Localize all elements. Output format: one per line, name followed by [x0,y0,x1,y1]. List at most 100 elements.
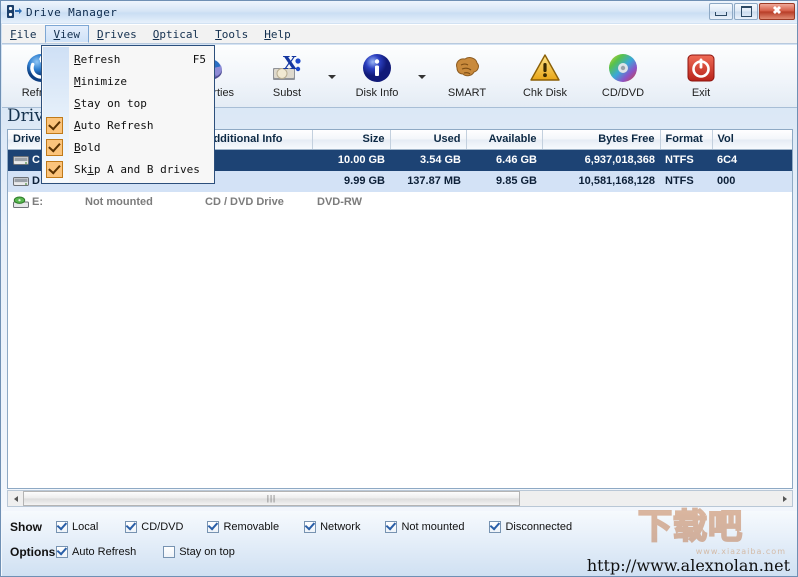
toolbar-subst-chevron-down-icon[interactable] [326,45,338,105]
view-dropdown-menu[interactable]: Refresh F5 Minimize Stay on top Auto Refresh… [41,45,215,184]
close-button[interactable]: ✖ [759,3,795,20]
view-menu-stay-on-top-label: Stay on top [74,96,147,110]
title-bar: Drive Manager ✖ [1,1,797,23]
show-network-checkbox[interactable]: Network [304,520,361,533]
toolbar-exit-button[interactable]: Exit [662,45,740,105]
show-cddvd-checkbox[interactable]: CD/DVD [125,520,184,533]
option-auto-refresh-label: Auto Refresh [72,545,137,558]
show-disconnected-label: Disconnected [505,520,573,533]
toolbar-chkdisk-button[interactable]: Chk Disk [506,45,584,105]
cell-media: DVD-RW [312,191,390,213]
column-header-used[interactable]: Used [390,130,467,150]
column-header-available[interactable]: Available [466,130,543,150]
option-auto-refresh-checkbox[interactable]: Auto Refresh [56,545,137,558]
cell-available: 9.85 GB [466,170,542,192]
scroll-right-icon[interactable] [777,491,792,506]
warning-icon [528,51,562,85]
option-stay-on-top-check-icon[interactable] [163,545,176,558]
toolbar-exit-label: Exit [691,87,711,99]
view-menu-skip-a-b-drives-check-icon[interactable] [46,161,63,178]
bottom-options-panel: Show Local CD/DVD Removable Network Not moun… [2,506,797,576]
cd-drive-icon [13,195,29,209]
show-not-mounted-checkbox[interactable]: Not mounted [385,520,465,533]
menu-drives[interactable]: Drives [89,25,145,43]
url-watermark: http://www.alexnolan.net [586,556,790,575]
cell-size: 10.00 GB [312,149,390,171]
scroll-left-icon[interactable] [8,491,23,506]
menu-view[interactable]: View [44,25,89,43]
cell-additional-info [200,170,312,192]
toolbar-cddvd-label: CD/DVD [601,87,645,99]
window-title: Drive Manager [26,5,118,19]
subst-icon: X [270,51,304,85]
cell-type: Not mounted [80,191,200,213]
show-removable-check-icon[interactable] [207,520,220,533]
show-cddvd-check-icon[interactable] [125,520,138,533]
show-not-mounted-label: Not mounted [401,520,465,533]
column-header-volume[interactable]: Vol [712,130,792,150]
options-label: Options [10,544,56,559]
toolbar-smart-button[interactable]: SMART [428,45,506,105]
toolbar-diskinfo-button[interactable]: Disk Info [338,45,416,105]
show-label: Show [10,519,42,534]
view-menu-item-bold[interactable]: Bold [42,136,214,158]
svg-text:X: X [283,53,297,74]
view-menu-refresh-accelerator: F5 [192,52,206,66]
window-controls: ✖ [709,3,795,20]
cell-format [660,191,712,213]
menu-help[interactable]: Help [256,25,299,43]
toolbar-diskinfo-chevron-down-icon[interactable] [416,45,428,105]
column-header-format[interactable]: Format [660,130,713,150]
toolbar-subst-label: Subst [272,87,302,99]
cell-format: NTFS [660,170,712,192]
show-disconnected-check-icon[interactable] [489,520,502,533]
scrollbar-track[interactable]: ||| [23,491,777,506]
show-not-mounted-check-icon[interactable] [385,520,398,533]
minimize-button[interactable] [709,3,733,20]
power-icon [684,51,718,85]
local-disk-icon [13,154,29,167]
show-cddvd-label: CD/DVD [141,520,184,533]
cell-bytesfree: 10,581,168,128 [542,170,660,192]
toolbar-cddvd-button[interactable]: CD/DVD [584,45,662,105]
maximize-button[interactable] [734,3,758,20]
column-header-bytesfree[interactable]: Bytes Free [542,130,661,150]
show-local-check-icon[interactable] [56,520,68,533]
scrollbar-thumb[interactable]: ||| [23,491,520,506]
view-menu-auto-refresh-check-icon[interactable] [46,117,63,134]
table-row[interactable]: E: Not mounted CD / DVD Drive DVD-RW [8,191,792,213]
cell-volume [712,191,792,213]
view-menu-minimize-label: Minimize [74,74,127,88]
toolbar-diskinfo-label: Disk Info [355,87,399,99]
show-network-label: Network [320,520,361,533]
view-menu-bold-check-icon[interactable] [46,139,63,156]
view-menu-bold-label: Bold [74,140,101,154]
view-menu-item-skip-a-b-drives[interactable]: Skip A and B drives [42,158,214,180]
horizontal-scrollbar[interactable]: ||| [7,490,793,507]
cell-bytesfree [542,191,660,213]
cell-bytesfree: 6,937,018,368 [542,149,660,171]
view-menu-item-auto-refresh[interactable]: Auto Refresh [42,114,214,136]
option-stay-on-top-label: Stay on top [179,545,235,558]
menu-tools[interactable]: Tools [207,25,256,43]
menu-optical[interactable]: Optical [145,25,207,43]
toolbar-subst-button[interactable]: X Subst [248,45,326,105]
menu-file[interactable]: File [2,25,45,43]
cell-available [466,191,542,213]
view-menu-auto-refresh-label: Auto Refresh [74,118,154,132]
view-menu-item-stay-on-top[interactable]: Stay on top [42,92,214,114]
cell-drive: E: [8,191,80,213]
column-header-size[interactable]: Size [312,130,391,150]
show-removable-checkbox[interactable]: Removable [207,520,279,533]
view-menu-item-minimize[interactable]: Minimize [42,70,214,92]
drive-manager-icon [6,4,22,20]
cell-volume: 6C4 [712,149,792,171]
column-header-addinfo[interactable]: Additional Info [200,130,313,150]
show-local-label: Local [72,520,99,533]
show-local-checkbox[interactable]: Local [56,520,99,533]
option-stay-on-top-checkbox[interactable]: Stay on top [163,545,235,558]
view-menu-item-refresh[interactable]: Refresh F5 [42,48,214,70]
show-disconnected-checkbox[interactable]: Disconnected [489,520,573,533]
option-auto-refresh-check-icon[interactable] [56,545,68,558]
show-network-check-icon[interactable] [304,520,317,533]
